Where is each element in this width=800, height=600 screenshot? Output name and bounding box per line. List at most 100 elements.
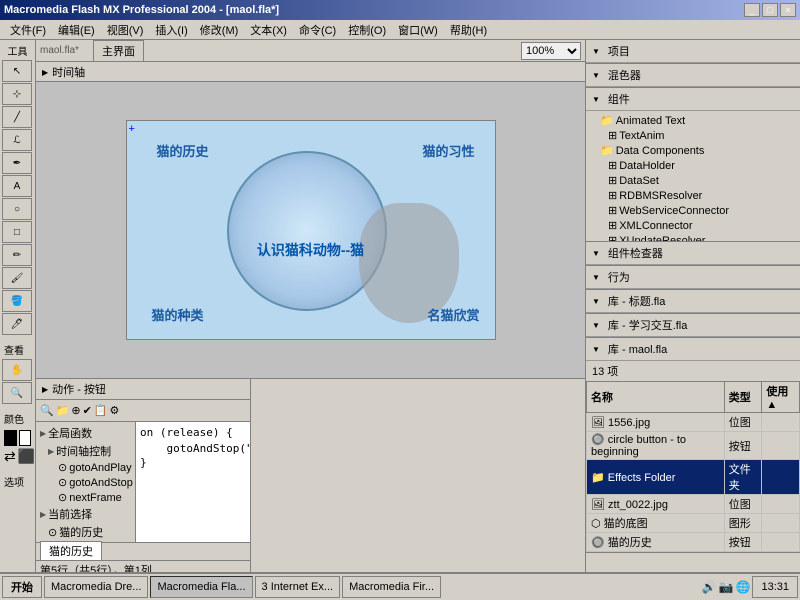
components-header[interactable]: 组件: [586, 88, 800, 111]
default-colors-icon[interactable]: ⬛: [18, 448, 35, 465]
tool-oval[interactable]: ○: [2, 198, 32, 220]
menu-view[interactable]: 视图(V): [101, 20, 150, 40]
library-row[interactable]: ⬡ 猫的底图图形: [587, 514, 800, 533]
comp-webservice[interactable]: ⊞ WebServiceConnector: [588, 203, 798, 218]
menu-modify[interactable]: 修改(M): [194, 20, 245, 40]
tree-current-selection[interactable]: 当前选择: [38, 505, 133, 523]
stroke-color[interactable]: [4, 430, 17, 446]
actions-check-icon[interactable]: ✔: [83, 404, 92, 417]
fill-color[interactable]: [19, 430, 32, 446]
project-header[interactable]: 项目: [586, 40, 800, 63]
actions-add-icon[interactable]: ⊕: [71, 404, 80, 417]
stage-file-label: maol.fla*: [40, 45, 79, 56]
project-section: 项目: [586, 40, 800, 64]
tool-zoom[interactable]: 🔍: [2, 382, 32, 404]
menu-file[interactable]: 文件(F): [4, 20, 52, 40]
comp-dataholder[interactable]: ⊞ DataHolder: [588, 158, 798, 173]
comp-xml[interactable]: ⊞ XMLConnector: [588, 218, 798, 233]
lib-row-name: 📁 Effects Folder: [587, 460, 725, 495]
minimize-button[interactable]: _: [744, 3, 760, 17]
comp-data-components[interactable]: 📁 Data Components: [588, 143, 798, 158]
lib2-header[interactable]: 库 - 学习交互.fla: [586, 314, 800, 337]
zoom-select[interactable]: 100% 50% 200%: [521, 42, 581, 60]
tool-fill[interactable]: 🪣: [2, 290, 32, 312]
code-tab-cat-history[interactable]: 猫的历史: [40, 541, 102, 560]
main-container: 工具 ↖ ⊹ ╱ ℒ ✒ A ○ □ ✏ 🖌 🪣 🖊 查看 ✋ 🔍 颜色 ⇄ ⬛: [0, 40, 800, 598]
actions-search-icon[interactable]: 🔍: [40, 404, 54, 417]
comp-label-4: DataSet: [619, 175, 659, 187]
stroke-fill-row: [4, 430, 31, 446]
library-row[interactable]: 📁 Effects Folder文件夹: [587, 460, 800, 495]
actions-settings-icon[interactable]: ⚙: [110, 404, 120, 417]
tool-ink[interactable]: 🖊: [2, 313, 32, 335]
menu-edit[interactable]: 编辑(E): [52, 20, 101, 40]
lib-col-name[interactable]: 名称: [587, 382, 725, 413]
library-row[interactable]: 🔘 猫的历史按钮: [587, 533, 800, 552]
tree-item-label-0: gotoAndPlay: [69, 462, 131, 474]
library-row[interactable]: 🖼 1556.jpg位图: [587, 413, 800, 432]
comp-rdbms[interactable]: ⊞ RDBMSResolver: [588, 188, 798, 203]
library-row[interactable]: 🖼 ztt_0022.jpg位图: [587, 495, 800, 514]
timeline-collapse-icon[interactable]: [42, 67, 48, 77]
tree-timeline-label: 时间轴控制: [56, 443, 111, 459]
tool-lasso[interactable]: ℒ: [2, 129, 32, 151]
tool-line[interactable]: ╱: [2, 106, 32, 128]
comp-textanim[interactable]: ⊞ TextAnim: [588, 128, 798, 143]
actions-folder-icon[interactable]: 📁: [56, 404, 70, 417]
lib-row-type: 文件夹: [724, 460, 762, 495]
menu-text[interactable]: 文本(X): [244, 20, 293, 40]
tool-arrow[interactable]: ↖: [2, 60, 32, 82]
tree-current-cat-history[interactable]: ⊙ 猫的历史: [38, 523, 133, 541]
menu-command[interactable]: 命令(C): [293, 20, 342, 40]
menu-help[interactable]: 帮助(H): [444, 20, 493, 40]
comp-xupdate[interactable]: ⊞ XUpdateResolver: [588, 233, 798, 241]
tool-brush[interactable]: 🖌: [2, 267, 32, 289]
actions-panel: 动作 - 按钮 🔍 📁 ⊕ ✔ 📋 ⚙ 全局函数: [36, 379, 251, 578]
start-button[interactable]: 开始: [2, 576, 42, 598]
menu-window[interactable]: 窗口(W): [392, 20, 444, 40]
actions-code[interactable]: on (release) { gotoAndStop("猫的历史",1); }: [136, 422, 250, 542]
actions-title: 动作 - 按钮: [36, 379, 250, 400]
comp-dataset[interactable]: ⊞ DataSet: [588, 173, 798, 188]
tool-hand[interactable]: ✋: [2, 359, 32, 381]
library-table-container: 名称 类型 使用▲ 🖼 1556.jpg位图🔘 circle button - …: [586, 381, 800, 552]
tool-subselect[interactable]: ⊹: [2, 83, 32, 105]
tree-item-gotoandplay[interactable]: ⊙ gotoAndPlay: [38, 460, 133, 475]
tree-item-gotoandstop[interactable]: ⊙ gotoAndStop: [38, 475, 133, 490]
stage-tab-main[interactable]: 主界面: [93, 40, 144, 62]
behavior-header[interactable]: 行为: [586, 266, 800, 289]
taskbar-item-2[interactable]: 3 Internet Ex...: [255, 576, 341, 598]
lib-col-type[interactable]: 类型: [724, 382, 762, 413]
lib3-header[interactable]: 库 - maol.fla: [586, 338, 800, 361]
comp-animated-text[interactable]: 📁 Animated Text: [588, 113, 798, 128]
close-button[interactable]: ×: [780, 3, 796, 17]
menu-insert[interactable]: 插入(I): [149, 20, 193, 40]
actions-collapse-icon[interactable]: [42, 384, 48, 394]
tree-current-item-0: 猫的历史: [59, 524, 103, 540]
swap-colors-icon[interactable]: ⇄: [4, 448, 16, 465]
comp-icon-0: ⊞: [608, 129, 617, 142]
taskbar-item-0[interactable]: Macromedia Dre...: [44, 576, 148, 598]
tree-global-functions[interactable]: 全局函数: [38, 424, 133, 442]
tool-pen[interactable]: ✒: [2, 152, 32, 174]
lib3-collapse-icon: [592, 343, 600, 355]
component-inspector-header[interactable]: 组件检查器: [586, 242, 800, 265]
tree-timeline-control[interactable]: 时间轴控制: [38, 442, 133, 460]
mixer-header[interactable]: 混色器: [586, 64, 800, 87]
tool-text[interactable]: A: [2, 175, 32, 197]
maximize-button[interactable]: □: [762, 3, 778, 17]
tree-item-nextframe[interactable]: ⊙ nextFrame: [38, 490, 133, 505]
tool-pencil[interactable]: ✏: [2, 244, 32, 266]
stage-text-center: 认识猫科动物--猫: [257, 240, 364, 260]
lib2-section: 库 - 学习交互.fla: [586, 314, 800, 338]
library-row[interactable]: 🔘 circle button - to beginning按钮: [587, 432, 800, 460]
taskbar-item-3[interactable]: Macromedia Fir...: [342, 576, 441, 598]
stage-tab-label: 主界面: [102, 46, 135, 58]
menu-control[interactable]: 控制(O): [342, 20, 392, 40]
actions-copy-icon[interactable]: 📋: [94, 404, 108, 417]
comp-icon-6: ⊞: [608, 234, 617, 241]
taskbar-item-1[interactable]: Macromedia Fla...: [150, 576, 252, 598]
lib1-header[interactable]: 库 - 标题.fla: [586, 290, 800, 313]
lib-col-use[interactable]: 使用▲: [762, 382, 800, 413]
tool-rect[interactable]: □: [2, 221, 32, 243]
